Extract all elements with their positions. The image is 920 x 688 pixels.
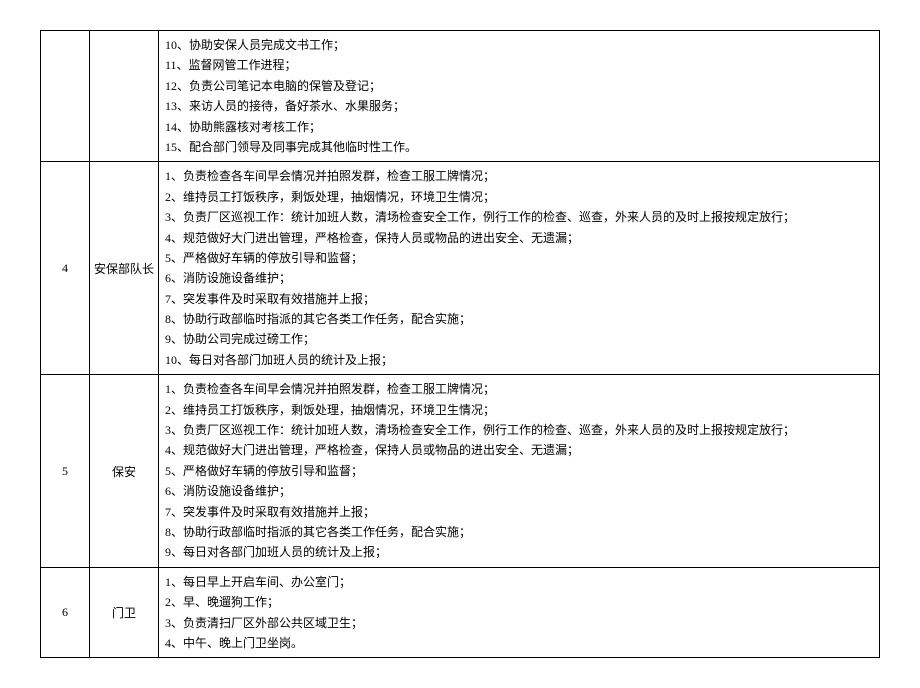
duty-item: 4、中午、晚上门卫坐岗。 bbox=[165, 633, 873, 653]
role-name: 安保部队长 bbox=[90, 162, 159, 375]
duty-item: 15、配合部门领导及同事完成其他临时性工作。 bbox=[165, 137, 873, 157]
duties-table: 10、协助安保人员完成文书工作；11、监督网管工作进程；12、负责公司笔记本电脑… bbox=[40, 30, 880, 658]
duty-item: 5、严格做好车辆的停放引导和监督； bbox=[165, 461, 873, 481]
duty-item: 1、每日早上开启车间、办公室门； bbox=[165, 572, 873, 592]
duty-item: 8、协助行政部临时指派的其它各类工作任务，配合实施； bbox=[165, 309, 873, 329]
row-number: 5 bbox=[41, 375, 90, 568]
duty-item: 7、突发事件及时采取有效措施并上报； bbox=[165, 289, 873, 309]
duty-item: 10、协助安保人员完成文书工作； bbox=[165, 35, 873, 55]
duty-item: 1、负责检查各车间早会情况并拍照发群，检查工服工牌情况； bbox=[165, 379, 873, 399]
duties-cell: 1、负责检查各车间早会情况并拍照发群，检查工服工牌情况；2、维持员工打饭秩序，剩… bbox=[159, 162, 880, 375]
duty-item: 6、消防设施设备维护； bbox=[165, 481, 873, 501]
role-name: 保安 bbox=[90, 375, 159, 568]
duty-item: 3、负责厂区巡视工作：统计加班人数，清场检查安全工作，例行工作的检查、巡查，外来… bbox=[165, 207, 873, 227]
duty-item: 8、协助行政部临时指派的其它各类工作任务，配合实施； bbox=[165, 522, 873, 542]
duty-item: 3、负责厂区巡视工作：统计加班人数，清场检查安全工作，例行工作的检查、巡查，外来… bbox=[165, 420, 873, 440]
duty-item: 9、每日对各部门加班人员的统计及上报； bbox=[165, 542, 873, 562]
duty-item: 3、负责清扫厂区外部公共区域卫生； bbox=[165, 613, 873, 633]
duty-item: 7、突发事件及时采取有效措施并上报； bbox=[165, 502, 873, 522]
duty-item: 4、规范做好大门进出管理，严格检查，保持人员或物品的进出安全、无遗漏； bbox=[165, 440, 873, 460]
duty-item: 2、维持员工打饭秩序，剩饭处理，抽烟情况，环境卫生情况； bbox=[165, 187, 873, 207]
table-row: 4安保部队长1、负责检查各车间早会情况并拍照发群，检查工服工牌情况；2、维持员工… bbox=[41, 162, 880, 375]
duties-cell: 10、协助安保人员完成文书工作；11、监督网管工作进程；12、负责公司笔记本电脑… bbox=[159, 31, 880, 162]
duties-cell: 1、负责检查各车间早会情况并拍照发群，检查工服工牌情况；2、维持员工打饭秩序，剩… bbox=[159, 375, 880, 568]
duty-item: 2、早、晚遛狗工作； bbox=[165, 592, 873, 612]
duty-item: 6、消防设施设备维护； bbox=[165, 268, 873, 288]
table-row: 6门卫1、每日早上开启车间、办公室门；2、早、晚遛狗工作；3、负责清扫厂区外部公… bbox=[41, 567, 880, 658]
duty-item: 5、严格做好车辆的停放引导和监督； bbox=[165, 248, 873, 268]
role-name bbox=[90, 31, 159, 162]
table-row: 10、协助安保人员完成文书工作；11、监督网管工作进程；12、负责公司笔记本电脑… bbox=[41, 31, 880, 162]
duties-cell: 1、每日早上开启车间、办公室门；2、早、晚遛狗工作；3、负责清扫厂区外部公共区域… bbox=[159, 567, 880, 658]
duty-item: 13、来访人员的接待，备好茶水、水果服务； bbox=[165, 96, 873, 116]
role-name: 门卫 bbox=[90, 567, 159, 658]
duty-item: 10、每日对各部门加班人员的统计及上报； bbox=[165, 350, 873, 370]
row-number bbox=[41, 31, 90, 162]
duty-item: 11、监督网管工作进程； bbox=[165, 55, 873, 75]
duty-item: 12、负责公司笔记本电脑的保管及登记； bbox=[165, 76, 873, 96]
row-number: 6 bbox=[41, 567, 90, 658]
table-row: 5保安1、负责检查各车间早会情况并拍照发群，检查工服工牌情况；2、维持员工打饭秩… bbox=[41, 375, 880, 568]
duty-item: 14、协助熊露核对考核工作； bbox=[165, 117, 873, 137]
duty-item: 2、维持员工打饭秩序，剩饭处理，抽烟情况，环境卫生情况； bbox=[165, 400, 873, 420]
row-number: 4 bbox=[41, 162, 90, 375]
duty-item: 1、负责检查各车间早会情况并拍照发群，检查工服工牌情况； bbox=[165, 166, 873, 186]
duty-item: 4、规范做好大门进出管理，严格检查，保持人员或物品的进出安全、无遗漏； bbox=[165, 228, 873, 248]
duty-item: 9、协助公司完成过磅工作； bbox=[165, 329, 873, 349]
